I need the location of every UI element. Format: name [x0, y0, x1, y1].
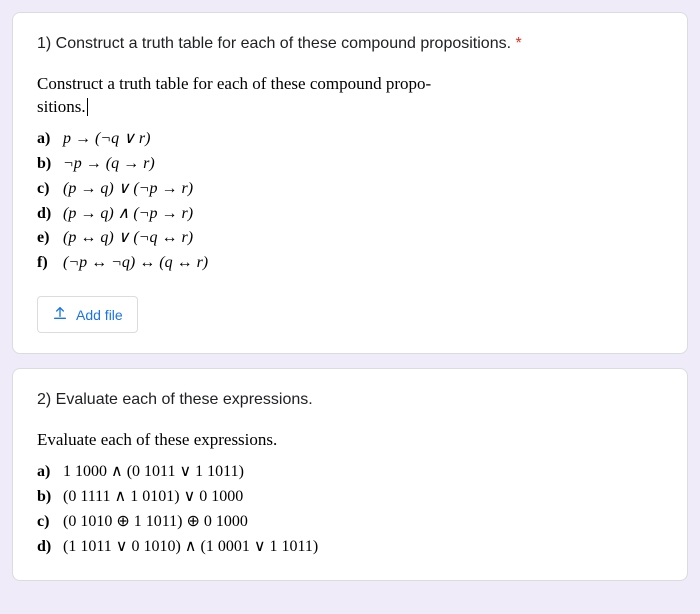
question-2-body: Evaluate each of these expressions. a) 1… — [37, 429, 663, 559]
question-card-2: 2) Evaluate each of these expressions. E… — [12, 368, 688, 581]
list-item: b) ¬p → (q → r) — [37, 152, 663, 177]
list-item: c) (p → q) ∨ (¬p → r) — [37, 177, 663, 202]
item-expr: (1 1011 ∨ 0 1010) ∧ (1 0001 ∨ 1 1011) — [63, 538, 318, 555]
item-expr: (0 1010 ⊕ 1 1011) ⊕ 0 1000 — [63, 513, 248, 530]
list-item: b) (0 1111 ∧ 1 0101) ∨ 0 1000 — [37, 485, 663, 510]
list-item: c) (0 1010 ⊕ 1 1011) ⊕ 0 1000 — [37, 510, 663, 535]
item-expr: (p → q) ∧ (¬p → r) — [63, 205, 193, 222]
list-item: d) (1 1011 ∨ 0 1010) ∧ (1 0001 ∨ 1 1011) — [37, 535, 663, 560]
list-item: a) p → (¬q ∨ r) — [37, 127, 663, 152]
item-label: b) — [37, 152, 59, 177]
item-expr: (p ↔ q) ∨ (¬q ↔ r) — [63, 229, 193, 246]
expression-list: a) 1 1000 ∧ (0 1011 ∨ 1 1011) b) (0 1111… — [37, 460, 663, 559]
item-expr: p → (¬q ∨ r) — [63, 130, 150, 147]
question-1-title-text: 1) Construct a truth table for each of t… — [37, 35, 511, 52]
item-label: c) — [37, 177, 59, 202]
list-item: e) (p ↔ q) ∨ (¬q ↔ r) — [37, 226, 663, 251]
upload-icon — [52, 305, 68, 324]
question-card-1: 1) Construct a truth table for each of t… — [12, 12, 688, 354]
item-label: d) — [37, 202, 59, 227]
list-item: f) (¬p ↔ ¬q) ↔ (q ↔ r) — [37, 251, 663, 276]
item-label: a) — [37, 127, 59, 152]
item-expr: 1 1000 ∧ (0 1011 ∨ 1 1011) — [63, 463, 244, 480]
item-label: f) — [37, 251, 59, 276]
item-expr: (p → q) ∨ (¬p → r) — [63, 180, 193, 197]
question-2-instruction: Evaluate each of these expressions. — [37, 429, 663, 452]
question-2-title-text: 2) Evaluate each of these expressions. — [37, 391, 313, 408]
instruction-line2: sitions. — [37, 97, 86, 116]
item-label: a) — [37, 460, 59, 485]
proposition-list: a) p → (¬q ∨ r) b) ¬p → (q → r) c) (p → … — [37, 127, 663, 276]
item-label: c) — [37, 510, 59, 535]
required-asterisk: * — [516, 35, 522, 52]
question-1-body: Construct a truth table for each of thes… — [37, 73, 663, 276]
question-1-instruction: Construct a truth table for each of thes… — [37, 73, 663, 119]
question-1-title: 1) Construct a truth table for each of t… — [37, 33, 663, 55]
item-label: d) — [37, 535, 59, 560]
list-item: d) (p → q) ∧ (¬p → r) — [37, 202, 663, 227]
instruction-line1: Construct a truth table for each of thes… — [37, 74, 431, 93]
item-label: e) — [37, 226, 59, 251]
item-label: b) — [37, 485, 59, 510]
item-expr: (¬p ↔ ¬q) ↔ (q ↔ r) — [63, 254, 208, 271]
item-expr: ¬p → (q → r) — [63, 155, 155, 172]
list-item: a) 1 1000 ∧ (0 1011 ∨ 1 1011) — [37, 460, 663, 485]
item-expr: (0 1111 ∧ 1 0101) ∨ 0 1000 — [63, 488, 243, 505]
text-cursor — [87, 98, 88, 116]
question-2-title: 2) Evaluate each of these expressions. — [37, 389, 663, 411]
add-file-button[interactable]: Add file — [37, 296, 138, 333]
add-file-label: Add file — [76, 307, 123, 323]
